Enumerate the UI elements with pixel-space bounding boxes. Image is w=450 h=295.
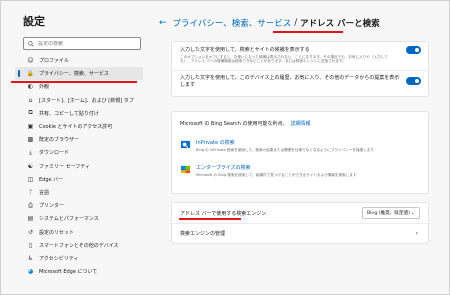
browser-icon: ▩ <box>27 136 34 144</box>
annotation-underline-title <box>273 31 343 33</box>
history-suggestions-row: 入力した文字を使用して、このデバイス上の履歴、お気に入り、その他のデータからの提… <box>172 71 428 98</box>
annotation-underline-search-engine <box>179 218 241 220</box>
sidebar-item-language[interactable]: ᛉ 言語 <box>15 186 143 199</box>
search-suggestions-row: 入力した文字を使用して、検索とサイトの候補を表示する このオプションをオフにする… <box>172 42 428 70</box>
bing-benefits-header: Microsoft の Bing Search の使用可能な利点。 詳細情報 <box>172 112 428 127</box>
breadcrumb-parent[interactable]: プライバシー、検索、サービス <box>173 17 292 29</box>
palette-icon: ◐ <box>27 83 34 91</box>
bing-benefits-card: Microsoft の Bing Search の使用可能な利点。 詳細情報 I… <box>171 111 429 194</box>
sidebar-item-share[interactable]: ⧉ 共有、コピーして貼り付け <box>15 107 143 120</box>
language-icon: ᛉ <box>28 188 33 196</box>
settings-title: 設定 <box>23 15 45 28</box>
printer-icon: ⎙ <box>28 201 33 209</box>
search-engine-dropdown[interactable]: Bing (推奨、既定値) ⌄ <box>362 207 420 219</box>
inprivate-search-title[interactable]: InPrivate の検索 <box>196 139 374 146</box>
inprivate-search-icon <box>180 140 191 149</box>
lock-icon: 🔒 <box>26 70 35 78</box>
search-suggestions-toggle[interactable] <box>406 46 421 54</box>
sidebar-item-label: 言語 <box>39 189 50 196</box>
sidebar-item-label: Microsoft Edge について <box>39 269 98 276</box>
sidebar-item-label: プリンター <box>39 203 65 210</box>
sidebar-item-cookies[interactable]: ▣ Cookie とサイトのアクセス許可 <box>15 120 143 133</box>
breadcrumb-current: アドレス バーと検索 <box>300 19 380 29</box>
sidebar-item-label: アクセシビリティ <box>39 255 79 262</box>
sidebar-item-downloads[interactable]: ⤓ ダウンロード <box>15 146 143 159</box>
sidebar-nav: ☺ プロファイル 🔒 プライバシー、検索、サービス ◐ 外観 ⌂ [スタート]、[ホーム… <box>15 54 143 278</box>
manage-search-engines-row[interactable]: 検索エンジンの管理 › <box>172 224 428 242</box>
sidebar-item-label: 外観 <box>39 84 50 91</box>
annotation-underline-privacy <box>11 81 137 83</box>
sidebar-item-edge-bar[interactable]: ◫ Edge バー <box>15 173 143 186</box>
sidebar-item-label: プロファイル <box>39 58 70 65</box>
history-suggestions-toggle[interactable] <box>406 77 421 85</box>
reset-icon: ↺ <box>27 228 34 236</box>
search-engine-card: アドレス バーで使用する検索エンジン Bing (推奨、既定値) ⌄ 検索エンジ… <box>171 202 429 244</box>
sidebar-item-default-browser[interactable]: ▩ 既定のブラウザー <box>15 133 143 146</box>
sidebar-item-printer[interactable]: ⎙ プリンター <box>15 199 143 212</box>
download-icon: ⤓ <box>29 148 32 156</box>
system-icon: ▤ <box>27 215 34 223</box>
inprivate-search-desc: Bing の InPrivate 検索を使用して、検索の結果または関連を仕事でな… <box>196 148 374 152</box>
sidebar-item-label: Cookie とサイトのアクセス許可 <box>39 124 113 131</box>
breadcrumb-separator: / <box>294 18 298 28</box>
search-icon <box>28 40 34 47</box>
history-suggestions-title: 入力した文字を使用して、このデバイス上の履歴、お気に入り、その他のデータからの提… <box>180 75 400 88</box>
person-icon: ☺ <box>27 57 34 65</box>
bing-benefits-text: Microsoft の Bing Search の使用可能な利点。 <box>180 121 288 127</box>
sidebar-item-label: 設定のリセット <box>39 229 75 236</box>
enterprise-search-desc: Microsoft の Bing 検索を使用して、組織内で見つけることができるサ… <box>196 173 357 178</box>
sidebar-item-label: 既定のブラウザー <box>39 137 80 144</box>
sidebar-item-label: 共有、コピーして貼り付け <box>39 110 99 117</box>
back-arrow-icon[interactable]: ← <box>159 18 167 28</box>
chevron-down-icon: ⌄ <box>410 210 415 216</box>
sidebar-item-system[interactable]: ▤ システムとパフォーマンス <box>15 212 143 225</box>
chevron-right-icon: › <box>415 229 418 237</box>
search-engine-row: アドレス バーで使用する検索エンジン Bing (推奨、既定値) ⌄ <box>172 203 428 223</box>
inprivate-search-feature: InPrivate の検索 Bing の InPrivate 検索を使用して、検… <box>172 133 428 152</box>
share-icon: ⧉ <box>28 109 33 117</box>
enterprise-search-feature: エンタープライズの検索 Microsoft の Bing 検索を使用して、組織内… <box>172 158 428 177</box>
settings-window: 設定 ☺ プロファイル 🔒 プライバシー、検索、サービス ◐ 外観 ⌂ [スタート]、[… <box>0 0 450 295</box>
search-engine-label: アドレス バーで使用する検索エンジン <box>180 210 267 217</box>
sidebar: 設定 ☺ プロファイル 🔒 プライバシー、検索、サービス ◐ 外観 ⌂ [スタート]、[… <box>15 13 143 293</box>
sidebar-item-privacy[interactable]: 🔒 プライバシー、検索、サービス <box>15 67 143 81</box>
search-suggestions-title: 入力した文字を使用して、検索とサイトの候補を表示する <box>180 47 310 53</box>
cookie-icon: ▣ <box>27 123 34 131</box>
sidebar-item-start-home[interactable]: ⌂ [スタート]、[ホーム]、および [新規] タブ <box>15 94 143 107</box>
sidebar-item-profile[interactable]: ☺ プロファイル <box>15 54 143 67</box>
main-content: ← プライバシー、検索、サービス / アドレス バーと検索 入力した文字を使用し… <box>153 1 450 295</box>
sidebar-item-accessibility[interactable]: ♿ アクセシビリティ <box>15 252 143 265</box>
sidebar-item-label: Edge バー <box>39 176 64 183</box>
settings-search[interactable] <box>23 37 141 50</box>
sidebar-item-label: ファミリー セーフティ <box>39 163 90 170</box>
family-icon: ☯ <box>27 162 34 170</box>
search-input[interactable] <box>38 40 138 47</box>
suggestions-card: 入力した文字を使用して、検索とサイトの候補を表示する このオプションをオフにする… <box>171 41 429 97</box>
edge-bar-icon: ◫ <box>27 175 34 183</box>
sidebar-item-family[interactable]: ☯ ファミリー セーフティ <box>15 160 143 173</box>
enterprise-search-icon <box>180 166 191 174</box>
sidebar-item-reset[interactable]: ↺ 設定のリセット <box>15 225 143 238</box>
sidebar-item-phone[interactable]: ▯ スマートフォンとその他のデバイス <box>15 239 143 252</box>
search-engine-value: Bing (推奨、既定値) <box>367 211 410 216</box>
edge-icon: ◕ <box>27 268 34 276</box>
learn-more-link[interactable]: 詳細情報 <box>290 120 310 127</box>
sidebar-item-label: スマートフォンとその他のデバイス <box>39 242 119 249</box>
breadcrumb: ← プライバシー、検索、サービス / アドレス バーと検索 <box>159 17 380 29</box>
search-suggestions-desc: このオプションをオフにすると、お使いになった候補は表示されない、ことになります。… <box>180 55 388 64</box>
sidebar-item-label: [スタート]、[ホーム]、および [新規] タブ <box>39 97 134 104</box>
sidebar-item-label: ダウンロード <box>39 150 70 157</box>
sidebar-item-label: システムとパフォーマンス <box>39 216 99 223</box>
accessibility-icon: ♿ <box>27 254 34 262</box>
enterprise-search-title[interactable]: エンタープライズの検索 <box>196 164 356 171</box>
home-icon: ⌂ <box>28 96 33 104</box>
manage-search-engines-label: 検索エンジンの管理 <box>180 230 226 237</box>
sidebar-item-about[interactable]: ◕ Microsoft Edge について <box>15 265 143 278</box>
phone-icon: ▯ <box>28 241 33 249</box>
sidebar-item-label: プライバシー、検索、サービス <box>39 71 109 78</box>
